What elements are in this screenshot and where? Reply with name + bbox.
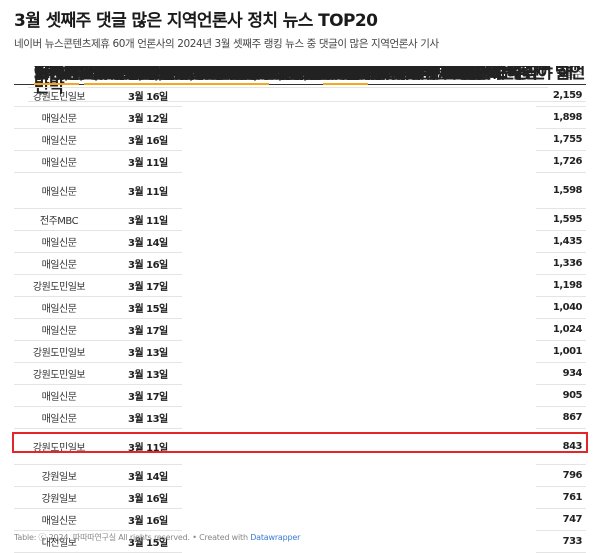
- cell-date: 3월 17일: [104, 274, 182, 297]
- datawrapper-link[interactable]: Datawrapper: [250, 533, 300, 542]
- cell-source: 매일신문: [14, 252, 104, 275]
- cell-date: 3월 13일: [104, 362, 182, 385]
- cell-comment-count: 1,726: [536, 150, 586, 173]
- cell-source: 매일신문: [14, 508, 104, 531]
- cell-date: 3월 16일: [104, 252, 182, 275]
- table-body: 강원도민일보 3월 16일 한동훈 "이재명·조국과 같은 '후진 세력' 반드시 …: [14, 66, 586, 553]
- cell-comment-count: 1,001: [536, 340, 586, 363]
- cell-comment-count: 1,198: [536, 274, 586, 297]
- cell-source: 매일신문: [14, 296, 104, 319]
- cell-source: 매일신문: [14, 172, 104, 209]
- cell-comment-count: 1,598: [536, 172, 586, 209]
- cell-date: 3월 11일: [104, 172, 182, 209]
- cell-comment-count: 1,435: [536, 230, 586, 253]
- cell-source: 강원도민일보: [14, 362, 104, 385]
- table-row: 매일신문 3월 16일 한동훈 "이재명, 조국과 같은 후진 세력 반드시 저지해…: [14, 66, 586, 275]
- table-row: 전주MBC 3월 11일 이재명 "패륜정권 몽둥이로 때려 정신차리게 해야" 1,…: [14, 66, 586, 231]
- cell-title: 국민의힘, 이재명 '2번 집에서 쉬시라'에 "망언 끝판왕": [28, 66, 410, 88]
- cell-date: 3월 11일: [104, 208, 182, 231]
- table-row: 매일신문 3월 12일 '격전지' 인천 계양을 이재명 48% 원희룡 36%…격…: [14, 66, 586, 129]
- page-title: 3월 셋째주 댓글 많은 지역언론사 정치 뉴스 TOP20: [14, 11, 378, 31]
- table-row: 강원일보 3월 16일 이재명 "간땡이 부어터진 패륜 정권에 주권자 살아있다는…: [14, 66, 586, 509]
- cell-source: 매일신문: [14, 128, 104, 151]
- cell-source: 매일신문: [14, 406, 104, 429]
- highlighted-keyword: 이재명: [105, 66, 151, 85]
- highlighted-row-outline: [12, 432, 588, 453]
- cell-source: 강원도민일보: [14, 274, 104, 297]
- cell-source: 강원일보: [14, 486, 104, 509]
- cell-date: 3월 11일: [104, 150, 182, 173]
- cell-comment-count: 733: [536, 530, 586, 553]
- title-text: '2번 집에서 쉬시라'에 "망언 끝판왕": [150, 66, 410, 83]
- table-row: 매일신문 3월 16일 조국 "날 압도적 1위로 만들어달라…尹, 절체절명의 시…: [14, 66, 586, 151]
- cell-date: 3월 16일: [104, 508, 182, 531]
- cell-source: 전주MBC: [14, 208, 104, 231]
- cell-comment-count: 1,336: [536, 252, 586, 275]
- cell-comment-count: 905: [536, 384, 586, 407]
- cell-date: 3월 14일: [104, 230, 182, 253]
- title-text: 국민의힘,: [34, 66, 106, 83]
- cell-comment-count: 1,595: [536, 208, 586, 231]
- cell-source: 매일신문: [14, 318, 104, 341]
- table-row: 매일신문 3월 11일 임종석 "이재명 흔들리면 민주당 무너져…친명·비명 없다…: [14, 66, 586, 173]
- cell-comment-count: 747: [536, 508, 586, 531]
- news-table: 언론사 보도날짜 기사제목 댓글수 강원도민일보 3월 16일 한동훈 "이재명·조…: [14, 60, 586, 553]
- cell-source: 매일신문: [14, 384, 104, 407]
- table-row: 매일신문 3월 11일 [속보] 이재명 "윤석열 패륜정권, 몽둥이로 때려야…국…: [14, 66, 586, 209]
- cell-comment-count: 934: [536, 362, 586, 385]
- cell-date: 3월 15일: [104, 296, 182, 319]
- cell-comment-count: 761: [536, 486, 586, 509]
- cell-date: 3월 17일: [104, 318, 182, 341]
- cell-source: 매일신문: [14, 106, 104, 129]
- cell-source: 강원도민일보: [14, 340, 104, 363]
- cell-date: 3월 13일: [104, 340, 182, 363]
- table-row: 매일신문 3월 17일 고민정 "노무현 지키겠다"…'불량품' 두둔 이재명과 대…: [14, 66, 586, 407]
- table-row: 강원도민일보 3월 13일 국힘 '조국 때리기' 수위 고조…"범죄자·광신도 집…: [14, 66, 586, 363]
- cell-comment-count: 1,755: [536, 128, 586, 151]
- table-row: 매일신문 3월 15일 조국, 부산 사투리로 외쳤다 "느그들 쫄았제" 1,040: [14, 66, 586, 319]
- cell-date: 3월 13일: [104, 406, 182, 429]
- footer-credit: Table: ⓒ 2024. 따따따연구실 All rights reserve…: [14, 532, 300, 543]
- cell-comment-count: 796: [536, 464, 586, 487]
- cell-comment-count: 1,040: [536, 296, 586, 319]
- table-row: 강원도민일보 3월 17일 이재명 "尹대통령, 왕 되려고 해"…'정권 심판론'…: [14, 66, 586, 297]
- cell-date: 3월 16일: [104, 128, 182, 151]
- table-row: 매일신문 3월 16일 이재명, '노무현은 불량품' 발언에 "제 욕도 많이 하…: [14, 66, 586, 531]
- page-subtitle: 네이버 뉴스콘텐츠제휴 60개 언론사의 2024년 3월 셋째주 랭킹 뉴스 …: [14, 38, 439, 50]
- cell-source: 매일신문: [14, 230, 104, 253]
- cell-date: 3월 14일: [104, 464, 182, 487]
- table-row: 매일신문 3월 17일 이재명 "윤 대통령, 왕 되려고 해"…'윤 정권 심판론…: [14, 66, 586, 341]
- cell-date: 3월 12일: [104, 106, 182, 129]
- cell-date: 3월 16일: [104, 486, 182, 509]
- cell-date: 3월 17일: [104, 384, 182, 407]
- cell-source: 강원일보: [14, 464, 104, 487]
- table-row: 강원도민일보 3월 13일 진중권 "조국혁신당 '한동훈 특검법', 공당 공약보…: [14, 66, 586, 385]
- cell-comment-count: 1,024: [536, 318, 586, 341]
- table-row: 매일신문 3월 13일 이준석 "상대 진영 향한 '몽지마 죽창 정치' 안할 것…: [14, 66, 586, 429]
- cell-comment-count: 1,898: [536, 106, 586, 129]
- cell-source: 매일신문: [14, 150, 104, 173]
- footer-text: Table: ⓒ 2024. 따따따연구실 All rights reserve…: [14, 533, 251, 542]
- table-row: 강원일보 3월 14일 尹 대통령 "영암~광주에 2.6조 투입해 독일 아우토반…: [14, 66, 586, 487]
- table-row: 매일신문 3월 14일 국민의힘 "2찍' 이재명, 또 막말"…李 "살만하면 2…: [14, 66, 586, 253]
- cell-comment-count: 867: [536, 406, 586, 429]
